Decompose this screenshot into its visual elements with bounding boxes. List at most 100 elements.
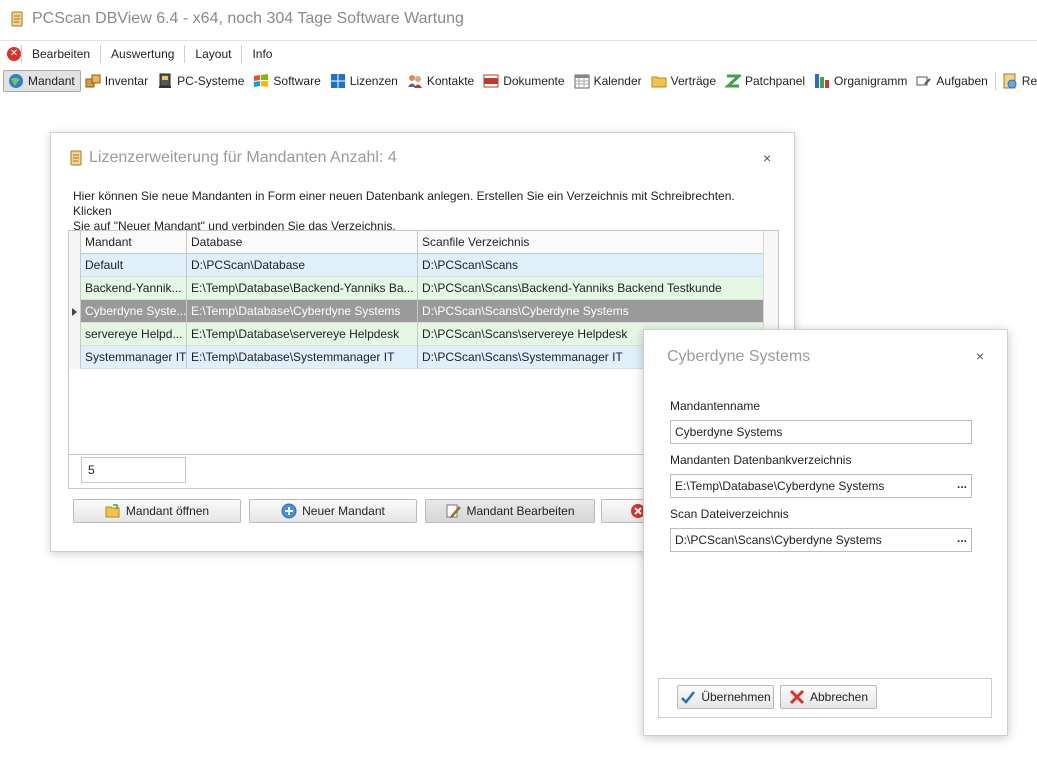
database-dir-input[interactable]: E:\Temp\Database\Cyberdyne Systems ... [670, 474, 972, 498]
cell-mandant: Cyberdyne Syste... [81, 300, 187, 323]
toolbar-mandant[interactable]: Mandant [3, 70, 81, 92]
cell-mandant: Backend-Yannik... [81, 277, 187, 300]
column-header-scanfile[interactable]: Scanfile Verzeichnis [418, 231, 764, 254]
toolbar-remote[interactable]: Remote [998, 70, 1037, 92]
toolbar-label: Mandant [28, 74, 75, 88]
column-header-database[interactable]: Database [187, 231, 418, 254]
toolbar-inventar[interactable]: Inventar [81, 70, 153, 92]
checkmark-icon [681, 691, 696, 704]
database-dir-label: Mandanten Datenbankverzeichnis [670, 453, 852, 467]
mandant-name-input[interactable]: Cyberdyne Systems [670, 420, 972, 444]
toolbar-dokumente[interactable]: Dokumente [479, 70, 569, 92]
menu-info[interactable]: Info [241, 44, 282, 63]
row-indicator [69, 254, 81, 277]
folder-icon [651, 76, 667, 88]
toolbar-pc-systeme[interactable]: PC-Systeme [153, 70, 249, 92]
calendar-icon [574, 74, 590, 89]
toolbar-label: PC-Systeme [177, 74, 245, 88]
edit-dialog-title: Cyberdyne Systems [667, 348, 811, 365]
toolbar-separator [994, 72, 996, 90]
people-icon [407, 75, 422, 88]
toolbar-label: Inventar [104, 74, 149, 88]
toolbar-label: Kalender [593, 74, 642, 88]
row-indicator [69, 277, 81, 300]
cell-mandant: Systemmanager IT [81, 346, 187, 369]
scan-dir-label: Scan Dateiverzeichnis [670, 507, 789, 521]
table-row[interactable]: Default D:\PCScan\Database D:\PCScan\Sca… [69, 254, 778, 277]
cell-mandant: servereye Helpd... [81, 323, 187, 346]
menu-layout[interactable]: Layout [184, 44, 241, 63]
row-indicator-header [69, 231, 81, 254]
pdf-icon [483, 74, 499, 88]
patchpanel-icon [725, 74, 741, 88]
toolbar-label: Patchpanel [745, 74, 806, 88]
menu-bearbeiten[interactable]: Bearbeiten [21, 44, 100, 63]
toolbar-aufgaben[interactable]: Aufgaben [912, 70, 992, 92]
menu-auswertung[interactable]: Auswertung [100, 44, 184, 63]
globe-icon [9, 74, 23, 88]
window-title: PCScan DBView 6.4 - x64, noch 304 Tage S… [32, 10, 464, 27]
toolbar-lizenzen[interactable]: Lizenzen [326, 70, 403, 92]
browse-database-button[interactable]: ... [953, 475, 971, 497]
menu-bar: ✕ Bearbeiten Auswertung Layout Info [0, 40, 1037, 66]
close-icon[interactable]: × [763, 150, 771, 166]
dialog-description: Hier können Sie neue Mandanten in Form e… [73, 189, 735, 233]
windows-logo-icon [330, 74, 345, 88]
row-indicator [69, 346, 81, 369]
new-mandant-button[interactable]: Neuer Mandant [249, 499, 417, 523]
browse-scan-button[interactable]: ... [953, 529, 971, 551]
edit-dialog-button-bar: Übernehmen Abbrechen [658, 678, 992, 718]
column-header-mandant[interactable]: Mandant [81, 231, 187, 254]
toolbar-label: Remote [1021, 74, 1037, 88]
row-count-field: 5 [81, 457, 186, 483]
cell-database: E:\Temp\Database\Cyberdyne Systems [187, 300, 418, 323]
main-toolbar: Mandant Inventar PC-Systeme Software Liz… [0, 68, 1037, 94]
cell-scanfile: D:\PCScan\Scans [418, 254, 764, 277]
org-chart-icon [815, 74, 830, 88]
tasks-icon [916, 76, 932, 86]
boxes-icon [85, 74, 101, 88]
cell-database: E:\Temp\Database\servereye Helpdesk [187, 323, 418, 346]
computer-icon [159, 73, 172, 88]
mandant-name-label: Mandantenname [670, 399, 761, 413]
toolbar-kontakte[interactable]: Kontakte [403, 70, 479, 92]
close-icon[interactable]: × [976, 348, 984, 364]
scan-dir-input[interactable]: D:\PCScan\Scans\Cyberdyne Systems ... [670, 528, 972, 552]
close-app-icon[interactable]: ✕ [7, 46, 21, 61]
toolbar-vertraege[interactable]: Verträge [647, 70, 721, 92]
dialog-title-bar: Lizenzerweiterung für Mandanten Anzahl: … [69, 149, 397, 167]
cell-database: E:\Temp\Database\Backend-Yanniks Ba... [187, 277, 418, 300]
toolbar-label: Lizenzen [349, 74, 398, 88]
open-mandant-button[interactable]: Mandant öffnen [73, 499, 241, 523]
windows-flag-icon [254, 74, 269, 87]
plus-circle-icon [281, 503, 297, 519]
toolbar-label: Software [273, 74, 321, 88]
edit-pencil-icon [446, 504, 462, 519]
open-folder-icon [105, 504, 120, 518]
toolbar-label: Verträge [670, 74, 716, 88]
toolbar-kalender[interactable]: Kalender [570, 70, 647, 92]
scroll-icon [70, 150, 82, 166]
remote-icon [1003, 73, 1017, 89]
cancel-button[interactable]: Abbrechen [780, 685, 877, 709]
toolbar-label: Dokumente [503, 74, 565, 88]
apply-button[interactable]: Übernehmen [677, 685, 774, 709]
row-indicator [69, 300, 81, 323]
current-row-arrow-icon [72, 308, 77, 316]
red-x-icon [789, 689, 805, 705]
cell-mandant: Default [81, 254, 187, 277]
edit-mandant-button[interactable]: Mandant Bearbeiten [425, 499, 595, 523]
row-indicator [69, 323, 81, 346]
toolbar-patchpanel[interactable]: Patchpanel [721, 70, 810, 92]
grid-header: Mandant Database Scanfile Verzeichnis [69, 231, 778, 254]
cell-database: D:\PCScan\Database [187, 254, 418, 277]
window-titlebar: PCScan DBView 6.4 - x64, noch 304 Tage S… [0, 0, 1037, 38]
app-scroll-icon [11, 11, 23, 27]
cell-scanfile: D:\PCScan\Scans\Backend-Yanniks Backend … [418, 277, 764, 300]
toolbar-software[interactable]: Software [249, 70, 325, 92]
table-row[interactable]: Backend-Yannik... E:\Temp\Database\Backe… [69, 277, 778, 300]
cell-scanfile: D:\PCScan\Scans\Cyberdyne Systems [418, 300, 764, 323]
cell-database: E:\Temp\Database\Systemmanager IT [187, 346, 418, 369]
toolbar-organigramm[interactable]: Organigramm [810, 70, 912, 92]
table-row-selected[interactable]: Cyberdyne Syste... E:\Temp\Database\Cybe… [69, 300, 778, 323]
